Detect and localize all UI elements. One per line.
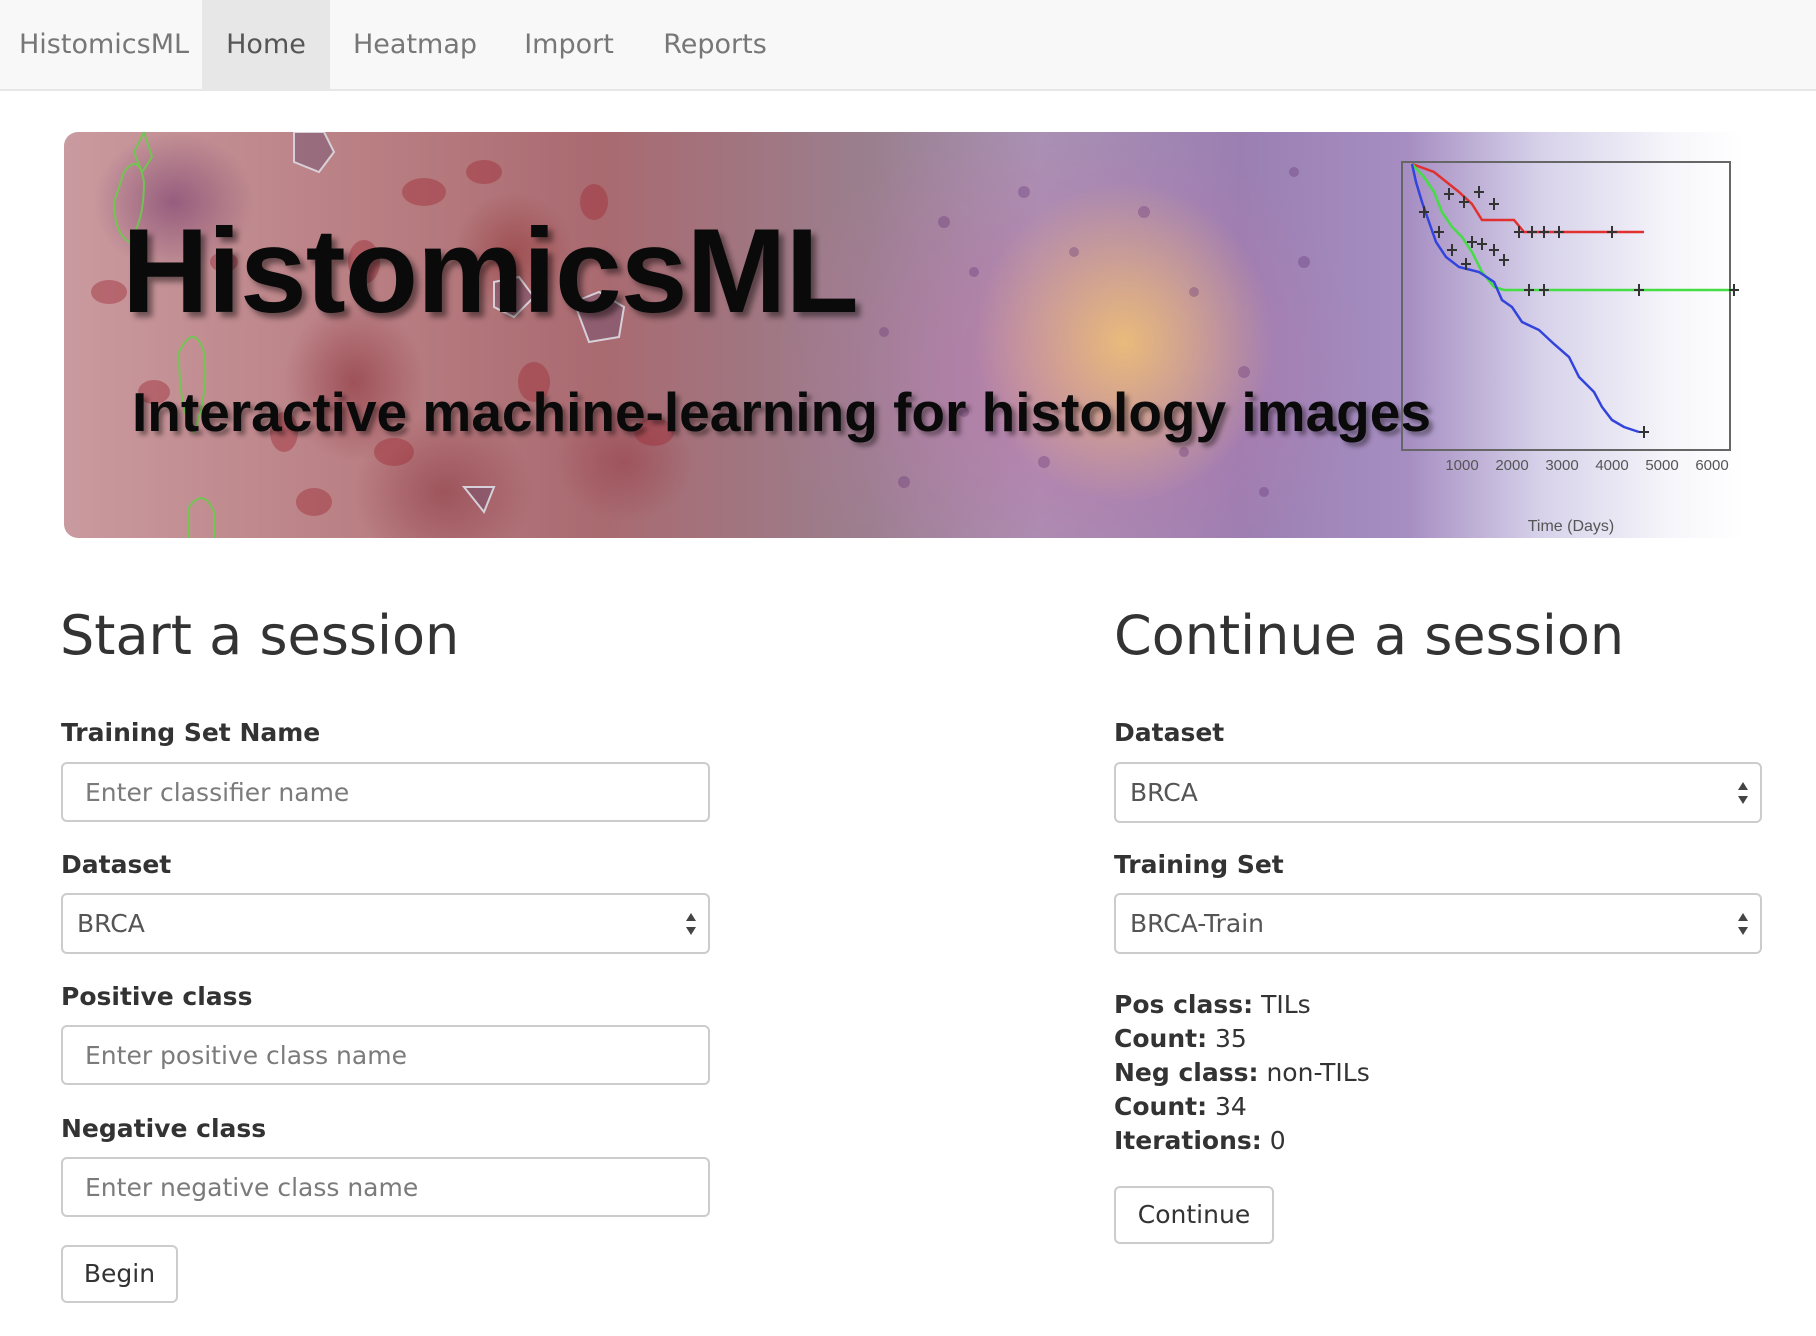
survival-line-red — [1411, 162, 1644, 234]
training-set-select-value: BRCA-Train — [1130, 909, 1264, 938]
continue-dataset-select-value: BRCA — [1130, 778, 1198, 807]
censor-mark — [1489, 244, 1499, 256]
continue-button[interactable]: Continue — [1114, 1186, 1274, 1244]
begin-button[interactable]: Begin — [61, 1245, 178, 1303]
censor-mark — [1539, 284, 1549, 296]
chart-x-tick-label: 2000 — [1495, 457, 1528, 474]
neg-class-label: Neg class: — [1114, 1058, 1259, 1087]
iterations-value: 0 — [1269, 1126, 1286, 1155]
chart-x-tick-label: 6000 — [1695, 457, 1728, 474]
tab-home[interactable]: Home — [202, 0, 330, 89]
start-session-heading: Start a session — [60, 604, 460, 667]
neg-count-info: Count: 34 — [1114, 1092, 1247, 1121]
training-set-select[interactable]: BRCA-Train — [1114, 893, 1762, 954]
chart-x-tick-label: 5000 — [1645, 457, 1678, 474]
survival-line-blue — [1410, 163, 1640, 434]
continue-session-heading: Continue a session — [1114, 604, 1625, 667]
censor-mark — [1539, 226, 1549, 238]
censor-mark — [1489, 198, 1499, 210]
select-arrows-icon — [1738, 782, 1748, 804]
training-set-name-input[interactable] — [61, 762, 710, 822]
censor-mark — [1447, 244, 1457, 256]
iterations-info: Iterations: 0 — [1114, 1126, 1286, 1155]
negative-class-label: Negative class — [61, 1114, 267, 1143]
censor-mark — [1554, 226, 1564, 238]
pos-class-value: TILs — [1261, 990, 1311, 1019]
pos-count-info: Count: 35 — [1114, 1024, 1247, 1053]
censor-mark — [1444, 188, 1454, 200]
neg-class-info: Neg class: non-TILs — [1114, 1058, 1370, 1087]
censor-mark — [1527, 226, 1537, 238]
chart-frame — [1401, 161, 1731, 451]
negative-class-input[interactable] — [61, 1157, 710, 1217]
training-set-label: Training Set — [1114, 850, 1284, 879]
banner-subtitle: Interactive machine-learning for histolo… — [132, 381, 1431, 443]
navbar: HistomicsML Home Heatmap Import Reports — [0, 0, 1816, 91]
censor-mark — [1499, 254, 1509, 266]
censor-mark — [1514, 226, 1524, 238]
censor-mark — [1474, 186, 1484, 198]
survival-line-green — [1411, 163, 1734, 292]
positive-class-label: Positive class — [61, 982, 253, 1011]
censor-mark — [1607, 226, 1617, 238]
pos-class-label: Pos class: — [1114, 990, 1254, 1019]
chart-x-tick-label: 4000 — [1595, 457, 1628, 474]
neg-count-label: Count: — [1114, 1092, 1208, 1121]
neg-count-value: 34 — [1215, 1092, 1247, 1121]
banner-title: HistomicsML — [122, 204, 859, 338]
censor-mark — [1634, 284, 1644, 296]
censor-marks — [1419, 186, 1739, 438]
dataset-label: Dataset — [61, 850, 172, 879]
survival-curve-chart: 1000 2000 3000 4000 5000 6000 Time (Days) — [1401, 161, 1739, 535]
iterations-label: Iterations: — [1114, 1126, 1262, 1155]
tab-reports[interactable]: Reports — [638, 0, 792, 89]
pos-count-label: Count: — [1114, 1024, 1208, 1053]
continue-dataset-label: Dataset — [1114, 718, 1225, 747]
chart-x-label: Time (Days) — [1528, 518, 1615, 535]
navbar-brand[interactable]: HistomicsML — [19, 0, 189, 89]
pos-class-info: Pos class: TILs — [1114, 990, 1311, 1019]
censor-mark — [1524, 284, 1534, 296]
neg-class-value: non-TILs — [1266, 1058, 1370, 1087]
chart-x-tick-label: 1000 — [1445, 457, 1478, 474]
tab-heatmap[interactable]: Heatmap — [330, 0, 500, 89]
chart-x-tick-label: 3000 — [1545, 457, 1578, 474]
continue-dataset-select[interactable]: BRCA — [1114, 762, 1762, 823]
select-arrows-icon — [686, 913, 696, 935]
pos-count-value: 35 — [1215, 1024, 1247, 1053]
censor-mark — [1459, 196, 1469, 208]
censor-mark — [1639, 426, 1649, 438]
positive-class-input[interactable] — [61, 1025, 710, 1085]
hero-banner: HistomicsML Interactive machine-learning… — [64, 132, 1744, 538]
dataset-select-value: BRCA — [77, 909, 145, 938]
censor-mark — [1477, 238, 1487, 250]
select-arrows-icon — [1738, 913, 1748, 935]
dataset-select[interactable]: BRCA — [61, 893, 710, 954]
tab-import[interactable]: Import — [500, 0, 638, 89]
training-set-name-label: Training Set Name — [61, 718, 321, 747]
censor-mark — [1434, 226, 1444, 238]
